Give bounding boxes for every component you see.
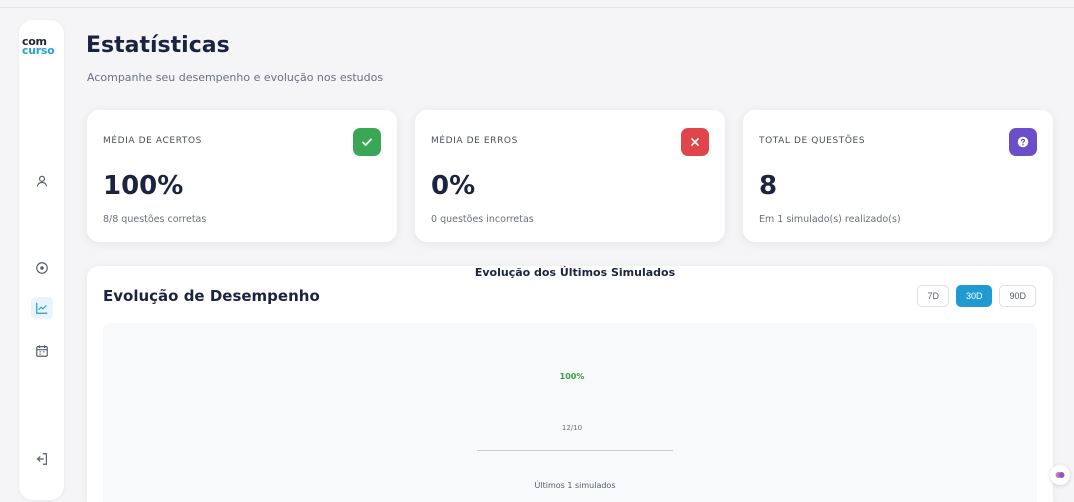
x-axis-label: Últimos 1 simulados: [534, 481, 616, 490]
stat-card-label: MÉDIA DE ACERTOS: [103, 136, 202, 146]
stat-card-value: 100%: [103, 171, 184, 201]
calendar-icon: [36, 345, 48, 357]
period-7d-button[interactable]: 7D: [917, 285, 949, 307]
close-icon: [691, 138, 699, 146]
stat-badge: [353, 128, 381, 156]
period-filter: 7D 30D 90D: [917, 285, 1036, 307]
period-30d-button[interactable]: 30D: [955, 285, 993, 307]
period-90d-button[interactable]: 90D: [999, 285, 1036, 307]
top-divider: [0, 7, 1074, 8]
stat-card-errors: MÉDIA DE ERROS 0% 0 questões incorretas: [415, 110, 725, 242]
stat-card-value: 0%: [431, 171, 476, 201]
compass-icon: [36, 262, 48, 274]
assistant-button[interactable]: [1050, 465, 1070, 485]
x-axis-line: [477, 450, 673, 451]
performance-panel: Evolução dos Últimos Simulados Evolução …: [87, 266, 1053, 502]
sidebar: com curso: [19, 20, 64, 500]
sidebar-item-statistics[interactable]: [31, 297, 53, 319]
bar-data-label: 100%: [559, 372, 585, 381]
stat-card-total: TOTAL DE QUESTÕES 8 Em 1 simulado(s) rea…: [743, 110, 1053, 242]
x-tick-label: 12/10: [561, 424, 583, 432]
sidebar-item-logout[interactable]: [33, 450, 51, 468]
sidebar-item-calendar[interactable]: [33, 342, 51, 360]
stat-card-subtext: 0 questões incorretas: [431, 214, 534, 225]
page-title: Estatísticas: [86, 33, 230, 58]
chart-line-icon: [36, 302, 48, 314]
chart-title: Evolução dos Últimos Simulados: [474, 266, 676, 279]
brand-logo[interactable]: com curso: [22, 36, 62, 57]
stat-badge: [681, 128, 709, 156]
brain-icon: [1055, 472, 1065, 478]
logout-icon: [36, 453, 47, 465]
stat-card-subtext: Em 1 simulado(s) realizado(s): [759, 214, 901, 225]
logo-text-bottom: curso: [22, 44, 55, 57]
stat-card-label: MÉDIA DE ERROS: [431, 136, 518, 146]
question-icon: [1017, 136, 1029, 148]
chart-area: 100% 12/10 Últimos 1 simulados: [103, 323, 1037, 502]
check-icon: [362, 138, 372, 146]
stat-card-label: TOTAL DE QUESTÕES: [759, 136, 866, 146]
stat-badge: [1009, 128, 1037, 156]
sidebar-item-profile[interactable]: [33, 172, 51, 190]
user-icon: [36, 175, 48, 187]
stat-card-value: 8: [759, 171, 778, 201]
stat-card-correct: MÉDIA DE ACERTOS 100% 8/8 questões corre…: [87, 110, 397, 242]
panel-title: Evolução de Desempenho: [103, 287, 320, 305]
page-subtitle: Acompanhe seu desempenho e evolução nos …: [87, 71, 384, 84]
stat-card-subtext: 8/8 questões corretas: [103, 214, 207, 225]
sidebar-item-explore[interactable]: [33, 259, 51, 277]
